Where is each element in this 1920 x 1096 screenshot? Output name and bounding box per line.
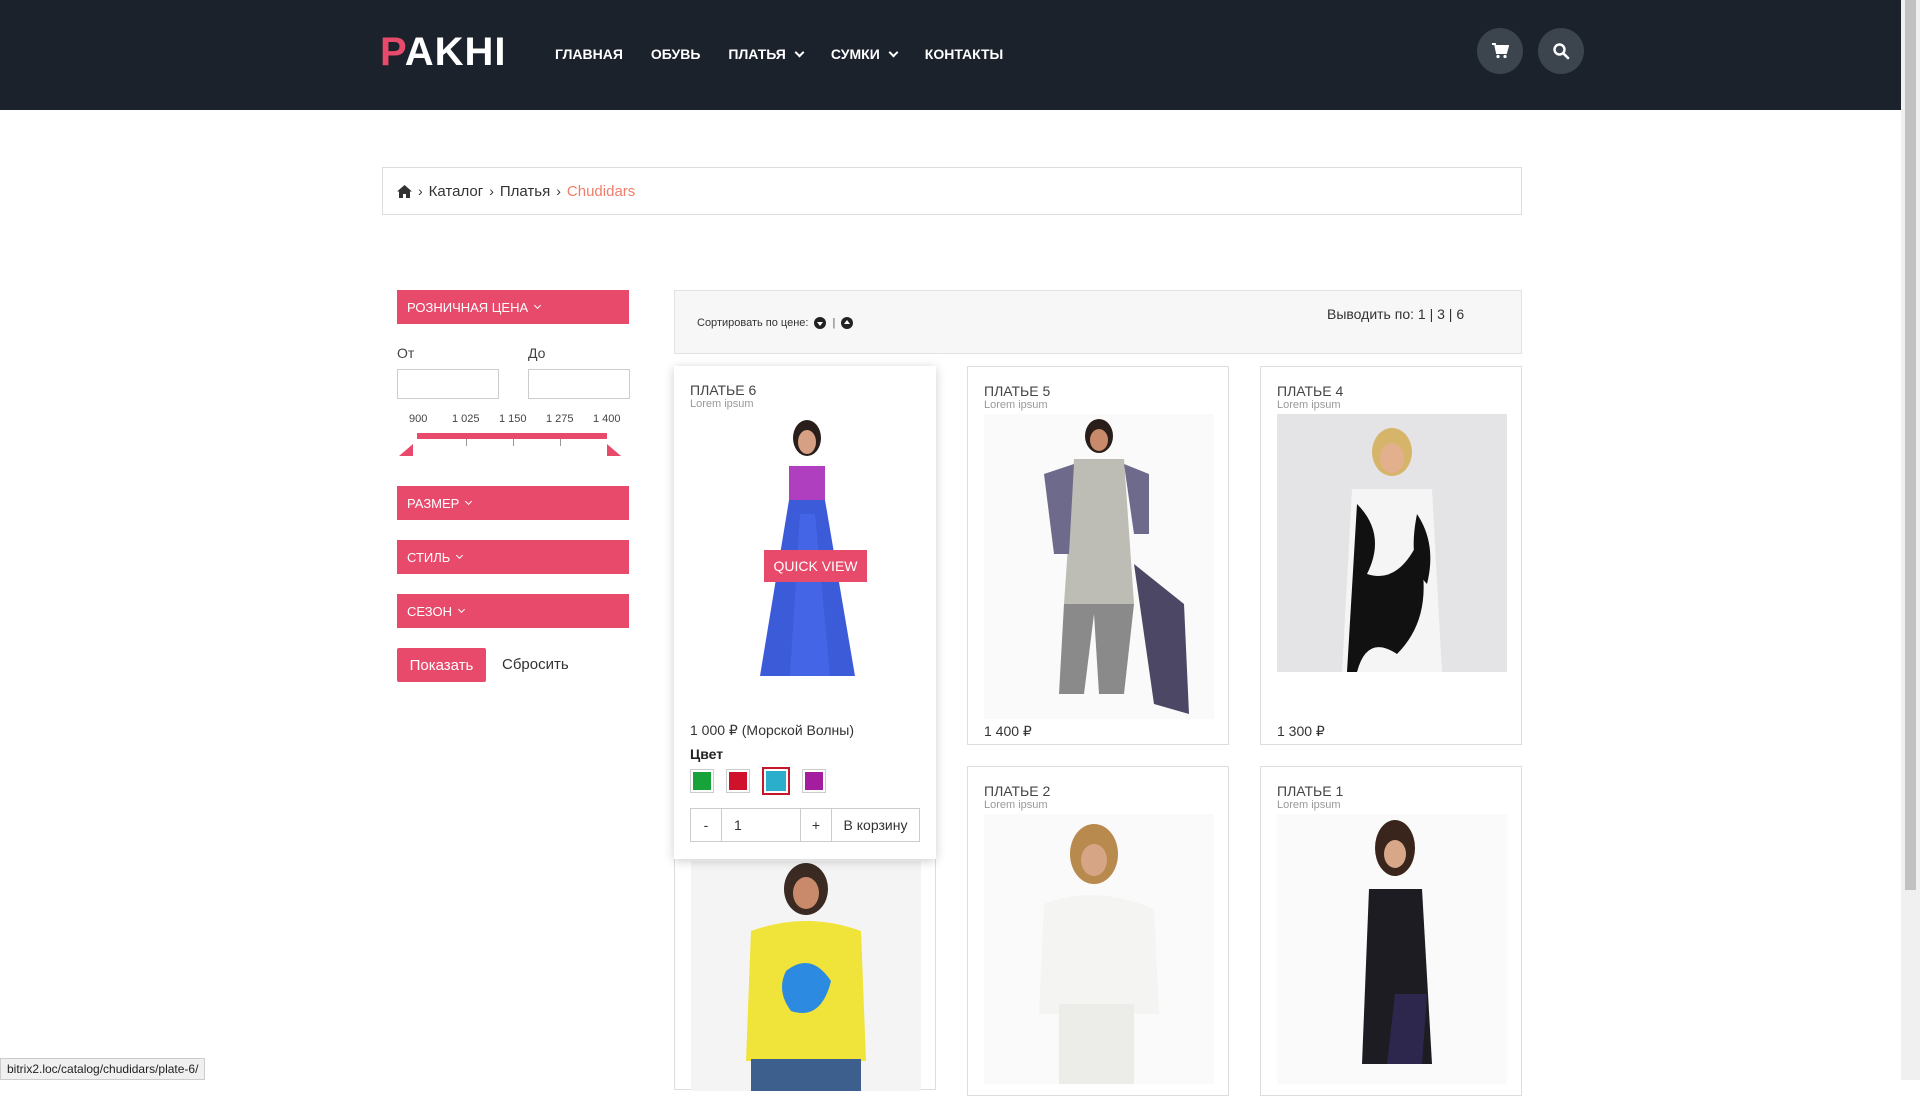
breadcrumb-dresses[interactable]: Платья	[500, 183, 550, 200]
reset-link[interactable]: Сбросить	[502, 656, 569, 673]
slider-tick	[560, 439, 561, 446]
cart-icon	[1492, 43, 1509, 59]
sort-desc-icon[interactable]	[814, 317, 827, 329]
price-slider-track[interactable]	[417, 433, 607, 439]
sort-divider: |	[832, 317, 836, 329]
nav-item-bags[interactable]: СУМКИ	[831, 46, 899, 62]
slider-tick	[513, 439, 514, 446]
chevron-down-icon	[465, 497, 473, 506]
filter-size-toggle[interactable]: РАЗМЕР	[397, 486, 629, 520]
slider-label: 1 150	[499, 413, 527, 425]
per-page-option[interactable]: 6	[1456, 306, 1464, 322]
filter-style-toggle[interactable]: СТИЛЬ	[397, 540, 629, 574]
nav-item-shoes[interactable]: ОБУВЬ	[651, 46, 701, 62]
quantity-stepper: - 1 +	[690, 808, 832, 842]
per-page-option[interactable]: 3	[1437, 306, 1445, 322]
color-label: Цвет	[690, 746, 724, 762]
product-title[interactable]: ПЛАТЬЕ 5	[984, 383, 1050, 399]
breadcrumb-separator: ›	[489, 183, 494, 199]
chevron-down-icon	[794, 47, 805, 57]
slider-label: 900	[409, 413, 428, 425]
price-slider-min-handle[interactable]	[399, 444, 413, 456]
nav-item-home[interactable]: ГЛАВНАЯ	[555, 46, 623, 62]
price-from-input[interactable]	[397, 369, 499, 399]
product-title[interactable]: ПЛАТЬЕ 2	[984, 783, 1050, 799]
product-subtitle: Lorem ipsum	[1277, 799, 1341, 811]
product-image[interactable]	[691, 861, 921, 1091]
show-button[interactable]: Показать	[397, 648, 486, 682]
breadcrumb-separator: ›	[556, 183, 561, 199]
breadcrumb: › Каталог › Платья › Chudidars	[382, 167, 1522, 215]
quantity-input[interactable]: 1	[721, 809, 801, 841]
breadcrumb-separator: ›	[418, 183, 423, 199]
price-to-input[interactable]	[528, 369, 630, 399]
product-title[interactable]: ПЛАТЬЕ 6	[690, 382, 756, 398]
quantity-increase-button[interactable]: +	[801, 809, 831, 841]
search-button[interactable]	[1538, 28, 1584, 74]
per-page-option[interactable]: 1	[1418, 306, 1426, 322]
product-subtitle: Lorem ipsum	[1277, 399, 1341, 411]
price-to-label: До	[528, 345, 546, 361]
sort-bar: Сортировать по цене: | Выводить по: 1 | …	[674, 290, 1522, 354]
slider-tick	[466, 439, 467, 446]
site-logo[interactable]: PAKHI	[380, 30, 507, 75]
search-icon	[1553, 43, 1570, 60]
nav-item-dresses[interactable]: ПЛАТЬЯ	[728, 46, 805, 62]
product-subtitle: Lorem ipsum	[984, 399, 1048, 411]
quick-view-button[interactable]: QUICK VIEW	[764, 550, 867, 582]
nav-item-contacts[interactable]: КОНТАКТЫ	[925, 46, 1003, 62]
product-card[interactable]: ПЛАТЬЕ 2 Lorem ipsum	[967, 766, 1229, 1096]
main-nav: ГЛАВНАЯ ОБУВЬ ПЛАТЬЯ СУМКИ КОНТАКТЫ	[555, 46, 1003, 62]
product-image[interactable]	[1277, 814, 1507, 1084]
product-image[interactable]	[1277, 414, 1507, 672]
chevron-down-icon	[456, 551, 464, 560]
slider-label: 1 275	[546, 413, 574, 425]
color-swatch-red[interactable]	[726, 769, 750, 793]
slider-label: 1 025	[452, 413, 480, 425]
product-title[interactable]: ПЛАТЬЕ 4	[1277, 383, 1343, 399]
slider-label: 1 400	[593, 413, 621, 425]
scrollbar-thumb[interactable]	[1905, 0, 1916, 890]
product-card[interactable]: ПЛАТЬЕ 4 Lorem ipsum 1 300 ₽	[1260, 366, 1522, 745]
home-icon[interactable]	[397, 184, 412, 198]
color-swatch-purple[interactable]	[802, 769, 826, 793]
product-card[interactable]: ПЛАТЬЕ 1 Lorem ipsum	[1260, 766, 1522, 1096]
product-price: 1 400 ₽	[984, 723, 1032, 739]
cart-button[interactable]	[1477, 28, 1523, 74]
quantity-decrease-button[interactable]: -	[691, 809, 721, 841]
color-swatch-green[interactable]	[690, 769, 714, 793]
per-page-control: Выводить по: 1 | 3 | 6	[1327, 306, 1465, 322]
page-scrollbar[interactable]	[1901, 0, 1920, 1080]
product-price: 1 300 ₽	[1277, 723, 1325, 739]
filter-price-toggle[interactable]: РОЗНИЧНАЯ ЦЕНА	[397, 290, 629, 324]
site-header: PAKHI ГЛАВНАЯ ОБУВЬ ПЛАТЬЯ СУМКИ КОНТАКТ…	[0, 0, 1901, 110]
price-slider-max-handle[interactable]	[607, 444, 621, 456]
product-card[interactable]: ПЛАТЬЕ 5 Lorem ipsum 1 400 ₽	[967, 366, 1229, 745]
sort-control: Сортировать по цене: |	[697, 317, 854, 329]
add-to-cart-button[interactable]: В корзину	[831, 808, 920, 842]
filter-season-toggle[interactable]: СЕЗОН	[397, 594, 629, 628]
product-subtitle: Lorem ipsum	[984, 799, 1048, 811]
product-title[interactable]: ПЛАТЬЕ 1	[1277, 783, 1343, 799]
price-from-label: От	[397, 345, 415, 361]
product-price: 1 000 ₽ (Морской Волны)	[690, 722, 854, 738]
breadcrumb-current: Chudidars	[566, 182, 636, 200]
product-image[interactable]	[984, 814, 1214, 1084]
per-page-label: Выводить по:	[1327, 306, 1415, 322]
product-subtitle: Lorem ipsum	[690, 398, 754, 410]
chevron-down-icon	[457, 605, 466, 614]
sort-label: Сортировать по цене:	[697, 317, 809, 329]
chevron-down-icon	[534, 301, 542, 310]
product-image[interactable]	[690, 414, 920, 684]
status-url: bitrix2.loc/catalog/chudidars/plate-6/	[0, 1058, 206, 1080]
sort-asc-icon[interactable]	[841, 317, 854, 329]
product-card-active[interactable]: ПЛАТЬЕ 6 Lorem ipsum QUICK VIEW 1 000 ₽ …	[674, 366, 936, 859]
breadcrumb-catalog[interactable]: Каталог	[429, 183, 484, 200]
color-swatch-teal[interactable]	[762, 767, 790, 795]
chevron-down-icon	[888, 47, 899, 57]
product-image[interactable]	[984, 414, 1214, 719]
